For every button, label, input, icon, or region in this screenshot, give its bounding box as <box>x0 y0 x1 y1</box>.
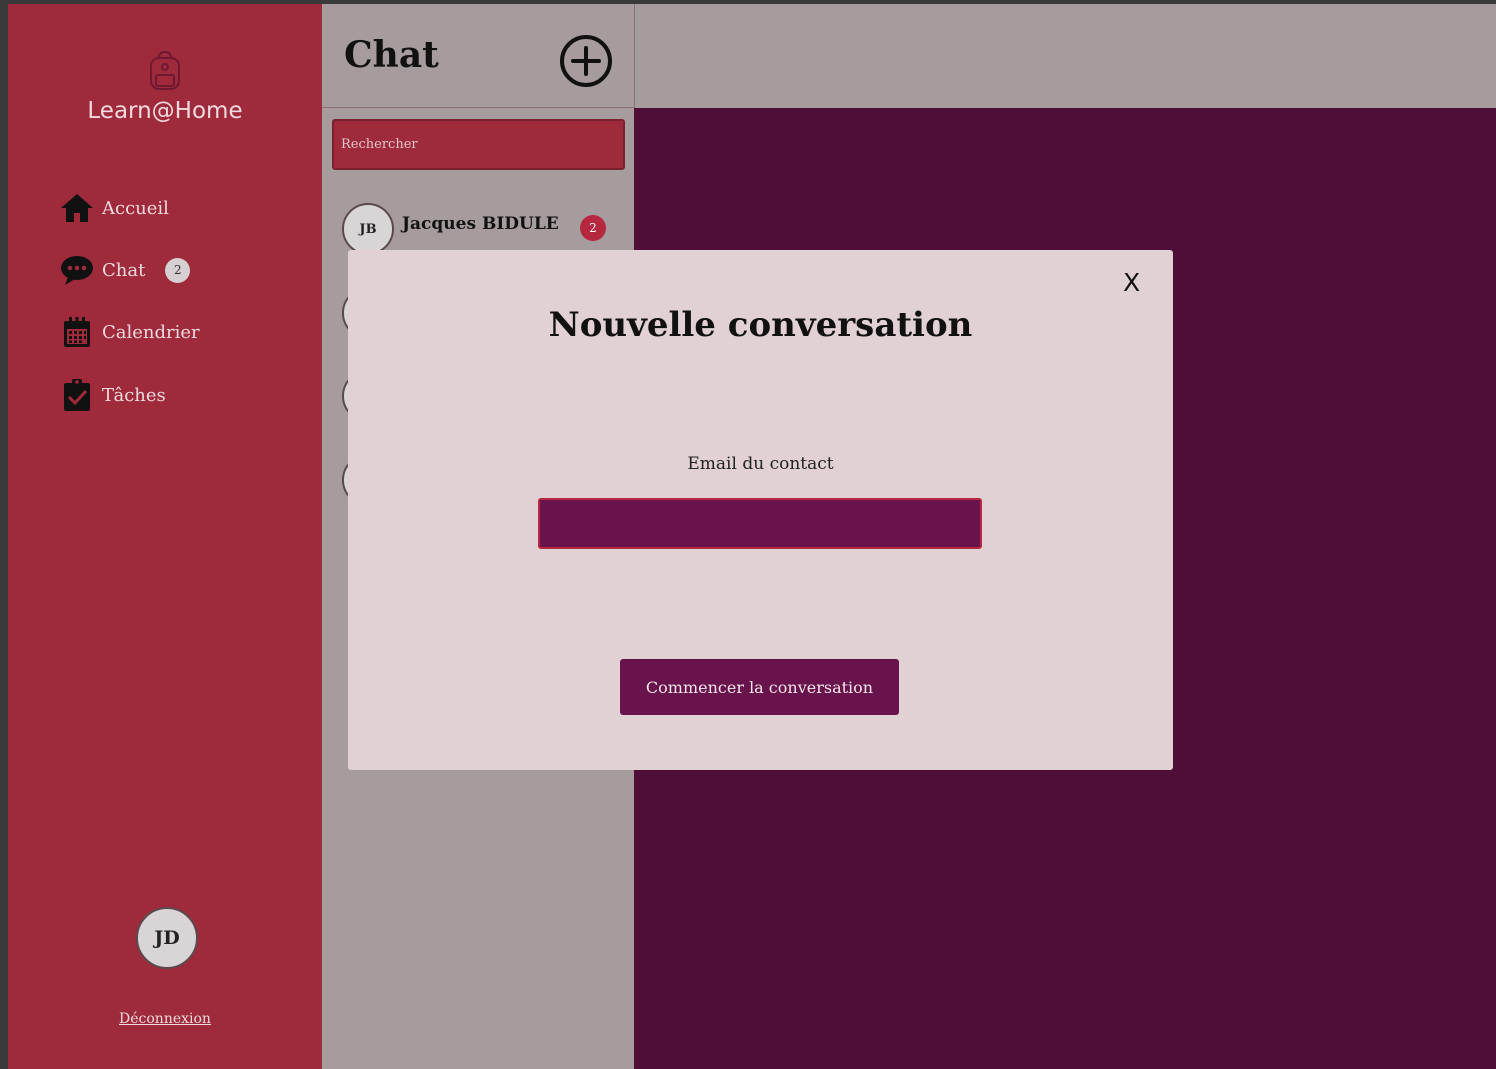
logo: Learn@Home <box>8 50 322 124</box>
unread-badge: 2 <box>165 257 191 283</box>
backpack-icon <box>150 50 180 90</box>
start-conversation-button[interactable]: Commencer la conversation <box>620 659 899 715</box>
new-conversation-modal: X Nouvelle conversation Email du contact… <box>348 250 1173 770</box>
plus-circle-icon[interactable] <box>559 34 613 88</box>
unread-badge: 2 <box>580 215 606 241</box>
email-label: Email du contact <box>687 454 834 474</box>
sidebar-item-label: Calendrier <box>102 321 200 343</box>
sidebar-item-taches[interactable]: Tâches <box>60 378 166 412</box>
sidebar: Learn@Home Accueil Chat 2 Calendrier Tâc… <box>8 4 322 1069</box>
chat-list-header: Chat <box>322 4 634 108</box>
sidebar-item-label: Chat <box>102 259 146 281</box>
sidebar-item-label: Tâches <box>102 384 166 406</box>
search-input[interactable] <box>332 119 625 170</box>
sidebar-item-label: Accueil <box>102 197 169 219</box>
sidebar-item-chat[interactable]: Chat 2 <box>60 253 191 287</box>
user-avatar[interactable]: JD <box>136 907 198 969</box>
chat-bubble-icon <box>60 253 94 287</box>
calendar-icon <box>60 315 94 349</box>
app-name: Learn@Home <box>87 98 243 124</box>
contact-avatar: JB <box>342 203 394 255</box>
clipboard-check-icon <box>60 378 94 412</box>
modal-title: Nouvelle conversation <box>548 305 973 345</box>
logout-link[interactable]: Déconnexion <box>8 1011 322 1027</box>
contact-item[interactable]: JB Jacques BIDULE 2 <box>342 203 622 255</box>
conversation-header <box>634 4 1496 108</box>
sidebar-item-calendrier[interactable]: Calendrier <box>60 315 200 349</box>
email-field[interactable] <box>538 498 982 549</box>
home-icon <box>60 191 94 225</box>
sidebar-item-accueil[interactable]: Accueil <box>60 191 169 225</box>
app-window: Learn@Home Accueil Chat 2 Calendrier Tâc… <box>8 4 1496 1069</box>
page-title: Chat <box>344 34 439 76</box>
close-button[interactable]: X <box>1123 268 1140 297</box>
contact-name: Jacques BIDULE <box>402 214 559 234</box>
